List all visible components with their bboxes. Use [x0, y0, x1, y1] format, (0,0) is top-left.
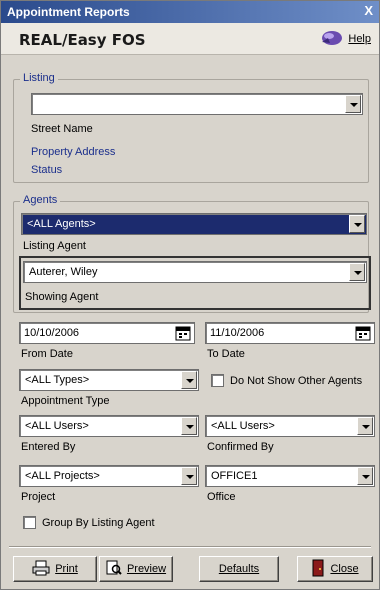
confirmed-by-label: Confirmed By: [207, 441, 274, 453]
do-not-show-checkbox-box[interactable]: [211, 374, 224, 387]
confirmed-by-dropdown-arrow-icon[interactable]: [357, 417, 373, 435]
to-date-label: To Date: [207, 348, 245, 360]
listing-agent-value: <ALL Agents>: [27, 218, 96, 230]
status-label: Status: [31, 164, 63, 176]
group-by-label: Group By Listing Agent: [42, 516, 155, 529]
showing-agent-combo[interactable]: Auterer, Wiley: [23, 261, 367, 283]
print-button[interactable]: Print: [13, 556, 97, 582]
do-not-show-label: Do Not Show Other Agents: [230, 374, 363, 387]
confirmed-by-combo[interactable]: <ALL Users>: [205, 415, 375, 437]
appointment-reports-window: Appointment Reports X REAL/Easy FOS Help…: [0, 0, 380, 590]
group-by-listing-agent-checkbox[interactable]: Group By Listing Agent: [23, 516, 155, 529]
listing-agent-combo[interactable]: <ALL Agents>: [21, 213, 367, 235]
office-value: OFFICE1: [211, 470, 258, 482]
entered-by-combo[interactable]: <ALL Users>: [19, 415, 199, 437]
property-address-label: Property Address: [31, 146, 116, 158]
confirmed-by-value: <ALL Users>: [211, 420, 275, 432]
entered-by-label: Entered By: [21, 441, 76, 453]
app-name: REAL/Easy FOS: [19, 31, 146, 49]
calendar-icon[interactable]: [355, 325, 371, 344]
listing-dropdown-arrow-icon[interactable]: [345, 95, 361, 113]
project-label: Project: [21, 491, 56, 503]
help-button[interactable]: Help: [318, 29, 371, 49]
button-separator: [9, 546, 371, 548]
title-bar: Appointment Reports X: [1, 1, 379, 23]
group-by-checkbox-box[interactable]: [23, 516, 36, 529]
listing-agent-label: Listing Agent: [23, 240, 86, 252]
listing-combo[interactable]: [31, 93, 363, 115]
entered-by-value: <ALL Users>: [25, 420, 89, 432]
defaults-label: Defaults: [218, 563, 260, 575]
defaults-button[interactable]: Defaults: [199, 556, 279, 582]
project-combo[interactable]: <ALL Projects>: [19, 465, 199, 487]
close-label: Close: [330, 563, 359, 575]
appointment-type-dropdown-arrow-icon[interactable]: [181, 371, 197, 389]
showing-agent-value: Auterer, Wiley: [29, 266, 98, 278]
office-dropdown-arrow-icon[interactable]: [357, 467, 373, 485]
help-label: Help: [348, 33, 371, 45]
agents-legend: Agents: [20, 194, 61, 206]
door-exit-icon: [311, 559, 325, 580]
close-window-button[interactable]: X: [364, 3, 373, 18]
appointment-type-label: Appointment Type: [21, 395, 110, 407]
office-label: Office: [207, 491, 236, 503]
appointment-type-combo[interactable]: <ALL Types>: [19, 369, 199, 391]
to-date-input[interactable]: 11/10/2006: [205, 322, 375, 344]
office-combo[interactable]: OFFICE1: [205, 465, 375, 487]
calendar-icon[interactable]: [175, 325, 191, 344]
preview-label: Preview: [126, 563, 167, 575]
preview-button[interactable]: Preview: [99, 556, 173, 582]
close-button[interactable]: Close: [297, 556, 373, 582]
from-date-label: From Date: [21, 348, 73, 360]
project-dropdown-arrow-icon[interactable]: [181, 467, 197, 485]
project-value: <ALL Projects>: [25, 470, 100, 482]
preview-icon: [106, 560, 122, 579]
app-header: REAL/Easy FOS Help: [1, 23, 379, 55]
window-title: Appointment Reports: [7, 5, 130, 19]
print-label: Print: [55, 563, 78, 575]
from-date-value: 10/10/2006: [24, 327, 80, 339]
to-date-value: 11/10/2006: [210, 327, 265, 339]
appointment-type-value: <ALL Types>: [25, 374, 90, 386]
showing-agent-label: Showing Agent: [25, 291, 99, 303]
do-not-show-other-agents-checkbox[interactable]: Do Not Show Other Agents: [211, 374, 362, 387]
entered-by-dropdown-arrow-icon[interactable]: [181, 417, 197, 435]
printer-icon: [32, 560, 50, 579]
showing-agent-dropdown-arrow-icon[interactable]: [349, 263, 365, 281]
street-name-label: Street Name: [31, 123, 93, 135]
listing-legend: Listing: [20, 72, 58, 84]
from-date-input[interactable]: 10/10/2006: [19, 322, 195, 344]
help-icon: [318, 29, 344, 50]
listing-agent-dropdown-arrow-icon[interactable]: [349, 215, 365, 233]
